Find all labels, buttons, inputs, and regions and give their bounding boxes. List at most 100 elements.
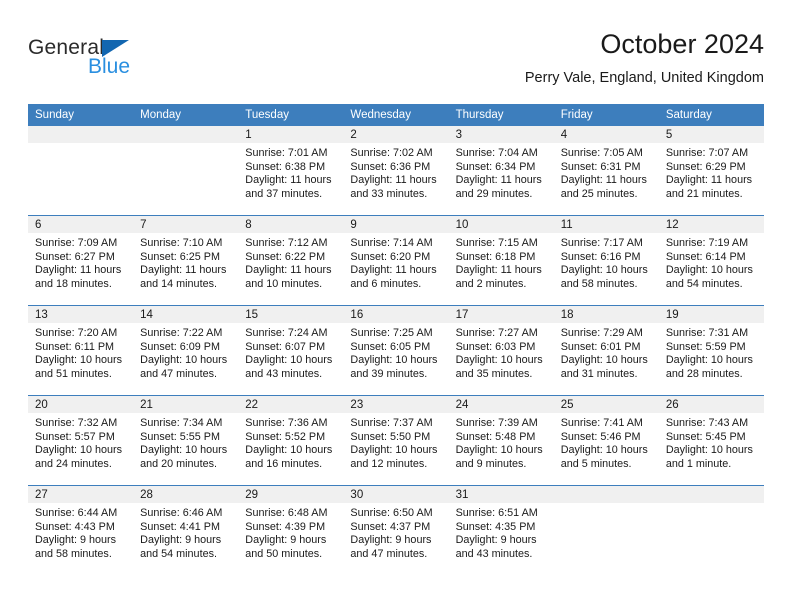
calendar-day-cell[interactable]: 24 Sunrise: 7:39 AM Sunset: 5:48 PM Dayligh…	[448, 396, 554, 485]
day-number	[553, 486, 659, 503]
sunrise-text: Sunrise: 7:24 AM	[245, 327, 328, 339]
daylight-text: Daylight: 11 hours and 6 minutes.	[350, 264, 437, 290]
day-number: 24	[448, 396, 554, 413]
calendar-day-cell[interactable]: 1 Sunrise: 7:01 AM Sunset: 6:38 PM Daylight…	[238, 126, 344, 215]
day-number: 6	[28, 216, 134, 233]
day-number: 8	[238, 216, 344, 233]
daylight-text: Daylight: 11 hours and 2 minutes.	[455, 264, 542, 290]
calendar-cell: 28 Sunrise: 6:46 AM Sunset: 4:41 PM Dayligh…	[133, 485, 239, 575]
sunset-text: Sunset: 4:37 PM	[350, 520, 431, 533]
calendar-day-cell[interactable]: 27 Sunrise: 6:44 AM Sunset: 4:43 PM Dayligh…	[28, 486, 134, 575]
day-number: 9	[343, 216, 449, 233]
calendar-day-cell[interactable]: 21 Sunrise: 7:34 AM Sunset: 5:55 PM Dayligh…	[133, 396, 239, 485]
calendar-day-cell[interactable]: 25 Sunrise: 7:41 AM Sunset: 5:46 PM Dayligh…	[553, 396, 659, 485]
calendar-day-cell[interactable]: 11 Sunrise: 7:17 AM Sunset: 6:16 PM Dayligh…	[553, 216, 659, 305]
day-details: Sunrise: 7:02 AM Sunset: 6:36 PM Daylight:…	[343, 143, 448, 201]
sunrise-text: Sunrise: 7:15 AM	[455, 237, 538, 249]
sunrise-text: Sunrise: 7:09 AM	[35, 237, 118, 249]
calendar-day-cell[interactable]: 14 Sunrise: 7:22 AM Sunset: 6:09 PM Dayligh…	[133, 306, 239, 395]
daylight-text: Daylight: 10 hours and 39 minutes.	[350, 354, 438, 380]
day-details: Sunrise: 7:34 AM Sunset: 5:55 PM Daylight:…	[133, 413, 238, 471]
day-number: 15	[238, 306, 344, 323]
sunset-text: Sunset: 5:59 PM	[665, 340, 746, 353]
day-number	[28, 126, 134, 143]
calendar-day-cell[interactable]: 31 Sunrise: 6:51 AM Sunset: 4:35 PM Dayligh…	[448, 486, 554, 575]
day-number: 10	[448, 216, 554, 233]
day-details: Sunrise: 7:24 AM Sunset: 6:07 PM Daylight:…	[238, 323, 343, 381]
daylight-text: Daylight: 11 hours and 33 minutes.	[350, 174, 437, 200]
calendar-cell: 17 Sunrise: 7:27 AM Sunset: 6:03 PM Dayligh…	[448, 305, 554, 396]
sunset-text: Sunset: 6:05 PM	[350, 340, 431, 353]
sunset-text: Sunset: 6:18 PM	[455, 250, 536, 263]
sunset-text: Sunset: 6:11 PM	[35, 340, 115, 353]
daylight-text: Daylight: 10 hours and 20 minutes.	[140, 444, 228, 470]
calendar-day-cell[interactable]: 16 Sunrise: 7:25 AM Sunset: 6:05 PM Dayligh…	[343, 306, 449, 395]
calendar-day-cell[interactable]: 3 Sunrise: 7:04 AM Sunset: 6:34 PM Daylight…	[448, 126, 554, 215]
calendar-cell: 23 Sunrise: 7:37 AM Sunset: 5:50 PM Dayligh…	[343, 395, 449, 486]
sunrise-text: Sunrise: 7:22 AM	[140, 327, 223, 339]
calendar-day-cell[interactable]: 8 Sunrise: 7:12 AM Sunset: 6:22 PM Daylight…	[238, 216, 344, 305]
calendar-day-cell[interactable]: 4 Sunrise: 7:05 AM Sunset: 6:31 PM Daylight…	[553, 126, 659, 215]
calendar-day-cell[interactable]: 18 Sunrise: 7:29 AM Sunset: 6:01 PM Dayligh…	[553, 306, 659, 395]
sunset-text: Sunset: 6:29 PM	[665, 160, 746, 173]
calendar-cell: 16 Sunrise: 7:25 AM Sunset: 6:05 PM Dayligh…	[343, 305, 449, 396]
sunset-text: Sunset: 5:50 PM	[350, 430, 431, 443]
day-details: Sunrise: 7:15 AM Sunset: 6:18 PM Daylight:…	[449, 233, 554, 291]
sunrise-text: Sunrise: 7:43 AM	[665, 417, 749, 429]
day-details: Sunrise: 7:19 AM Sunset: 6:14 PM Daylight:…	[659, 233, 764, 291]
calendar-day-cell[interactable]: 12 Sunrise: 7:19 AM Sunset: 6:14 PM Dayligh…	[658, 216, 764, 305]
calendar-day-cell[interactable]: 20 Sunrise: 7:32 AM Sunset: 5:57 PM Dayligh…	[28, 396, 134, 485]
day-details: Sunrise: 7:22 AM Sunset: 6:09 PM Daylight:…	[133, 323, 238, 381]
daylight-text: Daylight: 11 hours and 14 minutes.	[140, 264, 227, 290]
sunrise-text: Sunrise: 7:07 AM	[665, 147, 749, 159]
sunset-text: Sunset: 6:38 PM	[245, 160, 326, 173]
day-details: Sunrise: 7:41 AM Sunset: 5:46 PM Daylight:…	[554, 413, 659, 471]
calendar-cell: 27 Sunrise: 6:44 AM Sunset: 4:43 PM Dayligh…	[28, 485, 134, 575]
calendar-day-cell[interactable]: 5 Sunrise: 7:07 AM Sunset: 6:29 PM Daylight…	[658, 126, 764, 215]
sunset-text: Sunset: 6:20 PM	[350, 250, 431, 263]
day-number	[658, 486, 764, 503]
sunrise-text: Sunrise: 7:31 AM	[665, 327, 749, 339]
sunset-text: Sunset: 6:09 PM	[140, 340, 220, 353]
calendar-day-cell[interactable]: 28 Sunrise: 6:46 AM Sunset: 4:41 PM Dayligh…	[133, 486, 239, 575]
calendar-day-cell[interactable]: 6 Sunrise: 7:09 AM Sunset: 6:27 PM Daylight…	[28, 216, 134, 305]
calendar-day-cell[interactable]: 17 Sunrise: 7:27 AM Sunset: 6:03 PM Dayligh…	[448, 306, 554, 395]
calendar-page: General Blue October 2024 Perry Vale, En…	[0, 0, 792, 612]
daylight-text: Daylight: 10 hours and 54 minutes.	[665, 264, 753, 290]
calendar-day-cell[interactable]: 13 Sunrise: 7:20 AM Sunset: 6:11 PM Dayligh…	[28, 306, 134, 395]
general-blue-logo[interactable]: General Blue	[28, 36, 248, 92]
calendar-day-cell[interactable]: 2 Sunrise: 7:02 AM Sunset: 6:36 PM Daylight…	[343, 126, 449, 215]
daylight-text: Daylight: 11 hours and 29 minutes.	[455, 174, 542, 200]
calendar-day-cell[interactable]: 19 Sunrise: 7:31 AM Sunset: 5:59 PM Dayligh…	[658, 306, 764, 395]
day-details: Sunrise: 7:43 AM Sunset: 5:45 PM Daylight:…	[659, 413, 764, 471]
calendar-day-cell[interactable]: 22 Sunrise: 7:36 AM Sunset: 5:52 PM Dayligh…	[238, 396, 344, 485]
calendar-day-cell[interactable]: 30 Sunrise: 6:50 AM Sunset: 4:37 PM Dayligh…	[343, 486, 449, 575]
calendar-day-cell[interactable]: 7 Sunrise: 7:10 AM Sunset: 6:25 PM Daylight…	[133, 216, 239, 305]
calendar-day-cell[interactable]: 26 Sunrise: 7:43 AM Sunset: 5:45 PM Dayligh…	[658, 396, 764, 485]
sunrise-text: Sunrise: 7:01 AM	[245, 147, 328, 159]
sunrise-text: Sunrise: 7:20 AM	[35, 327, 118, 339]
calendar-day-cell[interactable]: 10 Sunrise: 7:15 AM Sunset: 6:18 PM Dayligh…	[448, 216, 554, 305]
calendar-day-cell[interactable]: 23 Sunrise: 7:37 AM Sunset: 5:50 PM Dayligh…	[343, 396, 449, 485]
sunrise-text: Sunrise: 7:14 AM	[350, 237, 433, 249]
calendar-day-cell[interactable]: 15 Sunrise: 7:24 AM Sunset: 6:07 PM Dayligh…	[238, 306, 344, 395]
calendar-day-cell[interactable]: 9 Sunrise: 7:14 AM Sunset: 6:20 PM Daylight…	[343, 216, 449, 305]
page-title: October 2024	[600, 29, 764, 59]
day-details: Sunrise: 7:04 AM Sunset: 6:34 PM Daylight:…	[449, 143, 554, 201]
sunrise-text: Sunrise: 7:17 AM	[560, 237, 643, 249]
calendar-day-cell[interactable]: 29 Sunrise: 6:48 AM Sunset: 4:39 PM Dayligh…	[238, 486, 344, 575]
day-number: 16	[343, 306, 449, 323]
calendar-cell: 2 Sunrise: 7:02 AM Sunset: 6:36 PM Daylight…	[343, 126, 449, 216]
sunrise-text: Sunrise: 7:37 AM	[350, 417, 433, 429]
sunrise-text: Sunrise: 7:12 AM	[245, 237, 328, 249]
day-details: Sunrise: 7:17 AM Sunset: 6:16 PM Daylight:…	[554, 233, 659, 291]
calendar-day-cell-empty	[28, 126, 134, 215]
sunset-text: Sunset: 6:34 PM	[455, 160, 536, 173]
sunrise-text: Sunrise: 7:27 AM	[455, 327, 538, 339]
sunset-text: Sunset: 6:36 PM	[350, 160, 431, 173]
weekday-header-sunday: Sunday	[28, 104, 134, 126]
day-number: 30	[343, 486, 449, 503]
calendar-cell: 19 Sunrise: 7:31 AM Sunset: 5:59 PM Dayligh…	[658, 305, 764, 396]
weekday-header-friday: Friday	[553, 104, 659, 126]
calendar-cell: 21 Sunrise: 7:34 AM Sunset: 5:55 PM Dayligh…	[133, 395, 239, 486]
